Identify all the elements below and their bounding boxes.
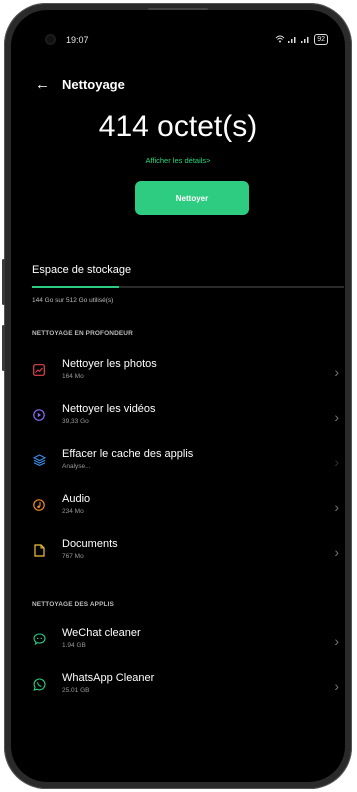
chevron-right-icon: ›: [334, 499, 339, 515]
wechat-icon: [31, 631, 47, 647]
item-size: 234 Mo: [62, 508, 84, 515]
list-item-wechat[interactable]: WeChat cleaner 1.94 GB ›: [25, 627, 345, 667]
storage-usage: 144 Go sur 512 Go utilisé(s): [32, 297, 114, 304]
list-item-app-cache[interactable]: Effacer le cache des applis Analyse... ›: [25, 448, 345, 488]
item-size: 25.01 GB: [62, 687, 90, 694]
item-label: WeChat cleaner: [62, 627, 141, 639]
status-time: 19:07: [66, 35, 89, 45]
item-label: Documents: [62, 538, 118, 550]
music-icon: [31, 497, 47, 513]
status-icons: 92: [275, 34, 328, 45]
chevron-right-icon: ›: [334, 454, 339, 470]
wifi-icon: [275, 35, 285, 45]
back-arrow-icon[interactable]: ←: [35, 76, 50, 93]
battery-icon: 92: [314, 34, 328, 45]
item-label: WhatsApp Cleaner: [62, 672, 155, 684]
layers-icon: [31, 452, 47, 468]
chevron-right-icon: ›: [334, 544, 339, 560]
item-size: 1.94 GB: [62, 642, 86, 649]
video-icon: [31, 407, 47, 423]
storage-title[interactable]: Espace de stockage: [32, 264, 131, 276]
item-size: 39,33 Go: [62, 418, 89, 425]
document-icon: [31, 542, 47, 558]
item-label: Nettoyer les vidéos: [62, 403, 156, 415]
front-camera: [45, 34, 56, 45]
status-bar: 19:07 92: [11, 34, 345, 48]
item-label: Audio: [62, 493, 91, 505]
phone-frame: 19:07 92 ← Nettoyage 414 octet(s) Affich…: [2, 3, 352, 789]
power-button: [2, 325, 5, 371]
storage-progress-fill: [32, 286, 120, 288]
volume-button: [2, 259, 5, 305]
list-item-documents[interactable]: Documents 767 Mo ›: [25, 538, 345, 578]
item-status: Analyse...: [62, 463, 91, 470]
photo-icon: [31, 362, 47, 378]
header: ← Nettoyage: [35, 76, 125, 93]
list-item-audio[interactable]: Audio 234 Mo ›: [25, 493, 345, 533]
whatsapp-icon: [31, 676, 47, 692]
clean-button[interactable]: Nettoyer: [135, 181, 249, 215]
chevron-right-icon: ›: [334, 678, 339, 694]
apps-clean-section-title: NETTOYAGE DES APPLIS: [32, 601, 114, 608]
list-item-videos[interactable]: Nettoyer les vidéos 39,33 Go ›: [25, 403, 345, 443]
item-label: Nettoyer les photos: [62, 358, 157, 370]
details-link[interactable]: Afficher les détails>: [11, 156, 345, 165]
list-item-photos[interactable]: Nettoyer les photos 164 Mo ›: [25, 358, 345, 398]
screen: 19:07 92 ← Nettoyage 414 octet(s) Affich…: [11, 10, 345, 782]
junk-size: 414 octet(s): [98, 110, 258, 143]
signal-icon-2: [301, 35, 311, 45]
item-label: Effacer le cache des applis: [62, 448, 194, 460]
list-item-whatsapp[interactable]: WhatsApp Cleaner 25.01 GB ›: [25, 672, 345, 712]
deep-clean-section-title: NETTOYAGE EN PROFONDEUR: [32, 330, 133, 337]
chevron-right-icon: ›: [334, 409, 339, 425]
chevron-right-icon: ›: [334, 633, 339, 649]
page-title: Nettoyage: [62, 77, 125, 92]
item-size: 164 Mo: [62, 373, 84, 380]
chevron-right-icon: ›: [334, 364, 339, 380]
item-size: 767 Mo: [62, 553, 84, 560]
storage-progress-bar: [32, 286, 344, 288]
signal-icon: [288, 35, 298, 45]
